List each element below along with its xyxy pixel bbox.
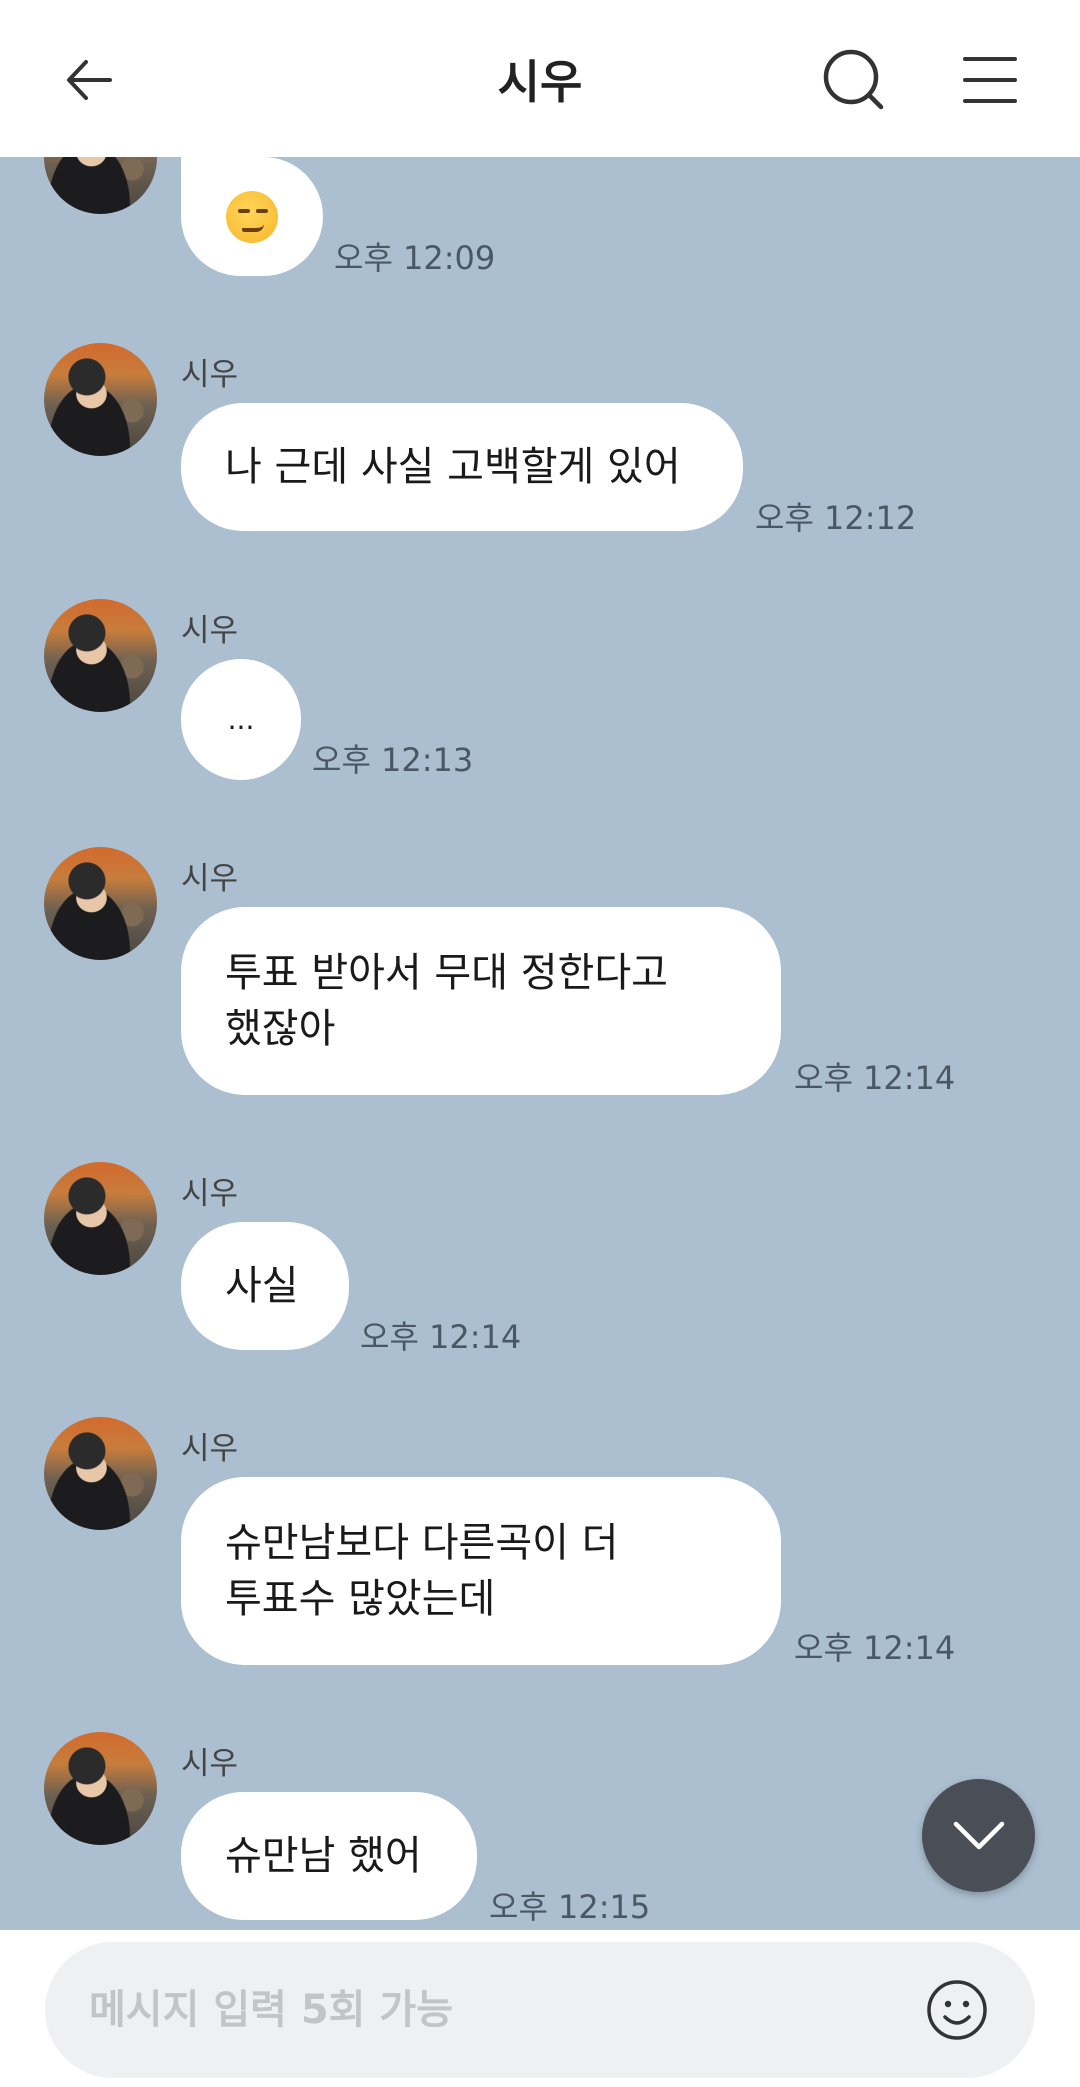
message-input[interactable] (89, 1976, 909, 2044)
avatar[interactable] (44, 343, 157, 456)
sender-name: 시우 (181, 1176, 239, 1212)
message-time: 오후 12:14 (794, 1059, 956, 1097)
smirking-face-icon (226, 190, 278, 243)
search-icon (823, 49, 884, 110)
message-text: 사실 (225, 1263, 299, 1309)
message-text-line: 슈만남보다 다른곡이 더 (225, 1520, 619, 1566)
avatar[interactable] (44, 157, 157, 214)
message-time: 오후 12:14 (794, 1629, 956, 1667)
menu-button[interactable] (948, 38, 1032, 122)
scroll-to-bottom-button[interactable] (922, 1779, 1035, 1892)
message-time: 오후 12:09 (334, 239, 496, 277)
message-bubble[interactable]: 나 근데 사실 고백할게 있어 (181, 403, 743, 531)
avatar[interactable] (44, 599, 157, 712)
message-bubble[interactable]: 슈만남보다 다른곡이 더 투표수 많았는데 (181, 1477, 781, 1665)
message-text-line: 투표수 많았는데 (225, 1576, 496, 1622)
message-bubble[interactable] (181, 157, 323, 276)
message-bubble[interactable]: 투표 받아서 무대 정한다고 했잖아 (181, 907, 781, 1095)
message-bubble[interactable]: 사실 (181, 1222, 349, 1350)
message-text: 슈만남 했어 (225, 1833, 422, 1879)
message-text-line: 했잖아 (225, 1006, 336, 1052)
emoji-button[interactable] (923, 1976, 991, 2044)
avatar[interactable] (44, 1417, 157, 1530)
back-arrow-icon (67, 60, 112, 100)
message-text-line: 투표 받아서 무대 정한다고 (225, 950, 668, 996)
hamburger-menu-icon (963, 57, 1017, 103)
avatar[interactable] (44, 1162, 157, 1275)
message-bubble[interactable]: ... (181, 659, 301, 780)
sender-name: 시우 (181, 357, 239, 393)
sender-name: 시우 (181, 613, 239, 649)
sender-name: 시우 (181, 1746, 239, 1782)
avatar[interactable] (44, 847, 157, 960)
message-text: 나 근데 사실 고백할게 있어 (225, 444, 681, 490)
message-bubble[interactable]: 슈만남 했어 (181, 1792, 477, 1920)
message-time: 오후 12:15 (489, 1888, 651, 1926)
chat-header: 시우 (0, 0, 1080, 157)
sender-name: 시우 (181, 1431, 239, 1467)
message-composer (0, 1930, 1080, 2087)
smiley-icon (927, 1980, 987, 2040)
chat-area[interactable]: 오후 12:09 시우 나 근데 사실 고백할게 있어 오후 12:12 시우 … (0, 157, 1080, 1930)
sender-name: 시우 (181, 861, 239, 897)
message-time: 오후 12:14 (360, 1318, 522, 1356)
message-time: 오후 12:13 (312, 741, 474, 779)
message-text: ... (227, 702, 255, 736)
message-time: 오후 12:12 (755, 499, 917, 537)
chevron-down-icon (953, 1821, 1004, 1849)
chat-title: 시우 (497, 54, 583, 109)
back-button[interactable] (48, 38, 132, 122)
message-input-container[interactable] (45, 1942, 1035, 2078)
avatar[interactable] (44, 1732, 157, 1845)
search-button[interactable] (812, 38, 896, 122)
